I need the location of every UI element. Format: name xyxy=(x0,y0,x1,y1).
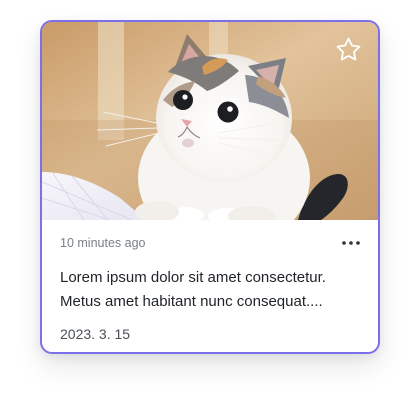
card-content: 10 minutes ago Lorem ipsum dolor sit ame… xyxy=(42,220,378,343)
favorite-button[interactable] xyxy=(332,34,364,66)
more-options-button[interactable] xyxy=(336,235,360,251)
post-card[interactable]: 10 minutes ago Lorem ipsum dolor sit ame… xyxy=(40,20,380,354)
star-outline-icon xyxy=(336,37,360,60)
card-image xyxy=(42,22,378,220)
more-horizontal-icon xyxy=(342,241,360,245)
meta-row: 10 minutes ago xyxy=(60,236,360,250)
timestamp: 10 minutes ago xyxy=(60,236,146,250)
post-date: 2023. 3. 15 xyxy=(60,326,131,342)
card-body-text: Lorem ipsum dolor sit amet consectetur. … xyxy=(60,269,326,310)
